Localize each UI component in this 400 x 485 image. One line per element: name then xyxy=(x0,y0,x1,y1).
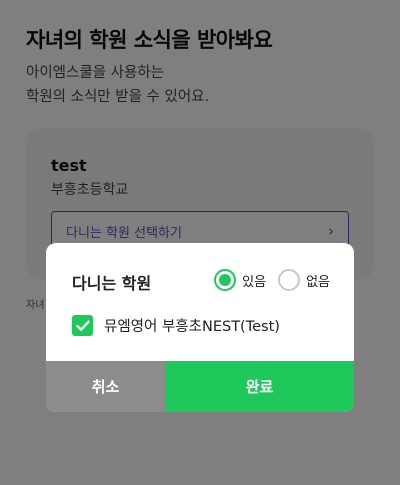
radio-unselected-icon xyxy=(278,269,301,291)
radio-no[interactable]: 없음 xyxy=(278,269,330,291)
radio-yes-label: 있음 xyxy=(242,274,267,290)
confirm-button[interactable]: 완료 xyxy=(165,361,354,412)
cancel-button[interactable]: 취소 xyxy=(46,361,165,412)
checkbox-checked-icon[interactable] xyxy=(72,315,93,336)
radio-yes[interactable]: 있음 xyxy=(214,269,266,291)
academy-name: 뮤엠영어 부흥초NEST(Test) xyxy=(104,319,280,335)
academy-checkbox-item[interactable]: 뮤엠영어 부흥초NEST(Test) xyxy=(72,315,280,336)
academy-dialog: 다니는 학원 있음 없음 뮤엠영어 부흥초NEST(Test) 취소 완료 xyxy=(46,243,354,412)
radio-no-label: 없음 xyxy=(306,274,330,290)
radio-selected-icon xyxy=(214,269,237,291)
dialog-actions: 취소 완료 xyxy=(46,361,354,412)
dialog-title: 다니는 학원 xyxy=(72,274,152,293)
attendance-radio-group: 있음 없음 xyxy=(202,269,330,291)
